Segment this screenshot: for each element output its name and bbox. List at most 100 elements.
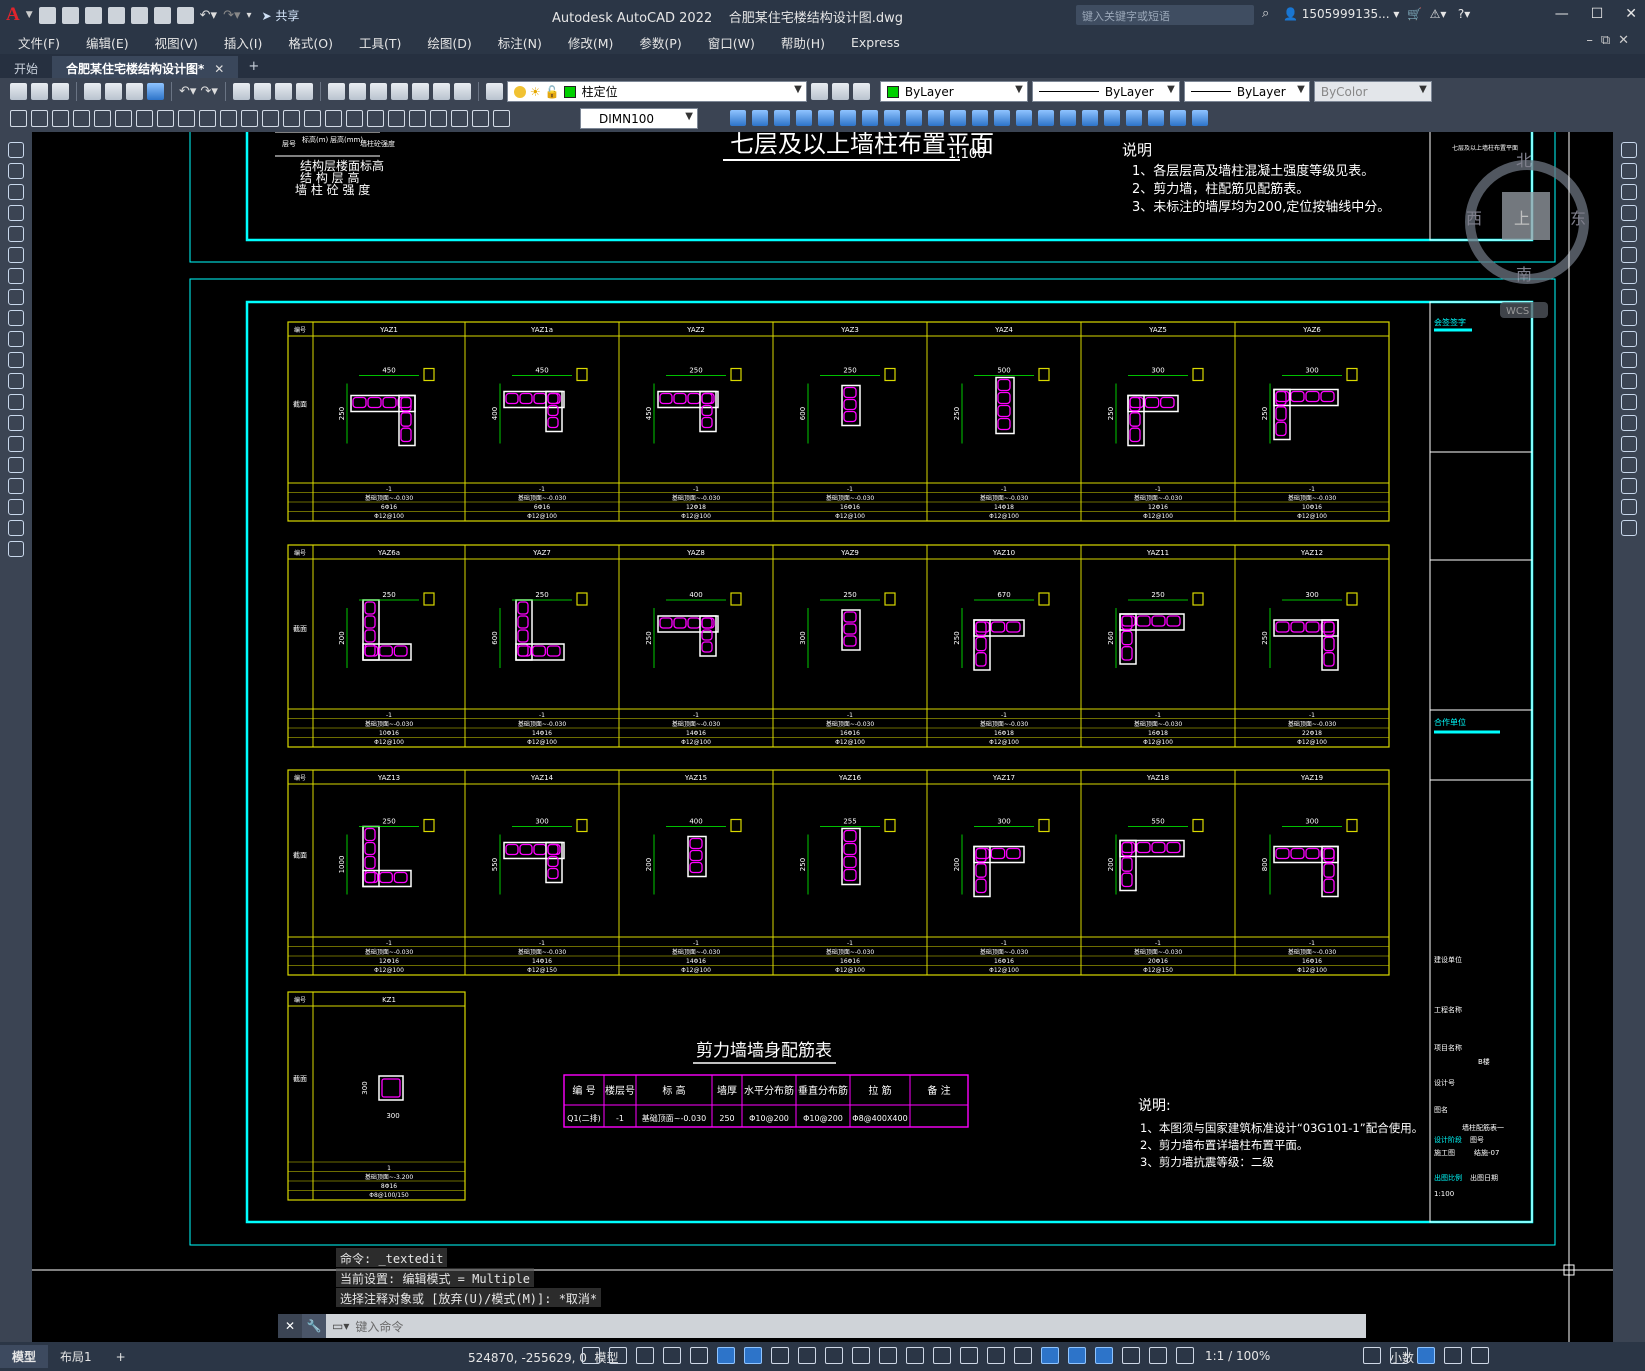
status-toggle-icon[interactable] (960, 1347, 978, 1364)
modify-tool-icon[interactable] (1621, 289, 1637, 305)
modify-tool-icon[interactable] (950, 110, 966, 126)
dimstyle-dropdown[interactable]: DIMN100 ▼ (580, 108, 698, 129)
draw-tool-icon[interactable] (8, 352, 24, 368)
compass-east[interactable]: 东 (1570, 209, 1586, 228)
modify-tool-icon[interactable] (818, 110, 834, 126)
dimension-tool-icon[interactable] (367, 110, 384, 127)
drawing-svg[interactable]: 层号 标高(m) 层高(mm) 墙柱砼强度 结构层楼面标高 结 构 层 高 墙 … (32, 132, 1613, 1342)
draw-tool-icon[interactable] (8, 541, 24, 557)
plot-preview-icon[interactable] (105, 83, 122, 100)
zoom-previous-icon[interactable] (295, 83, 313, 100)
dimension-tool-icon[interactable] (73, 110, 90, 127)
tab-drawing[interactable]: 合肥某住宅楼结构设计图* ✕ (52, 56, 239, 78)
dimension-tool-icon[interactable] (241, 110, 258, 127)
modify-tool-icon[interactable] (994, 110, 1010, 126)
compass-west[interactable]: 西 (1466, 209, 1482, 228)
draw-tool-icon[interactable] (8, 520, 24, 536)
modify-tool-icon[interactable] (840, 110, 856, 126)
modify-tool-icon[interactable] (1621, 142, 1637, 158)
layer-properties-icon[interactable] (485, 83, 503, 100)
save-icon[interactable] (84, 6, 102, 24)
status-toggle-icon[interactable] (1149, 1347, 1167, 1364)
dimension-tool-icon[interactable] (157, 110, 174, 127)
menu-item[interactable]: 窗口(W) (708, 33, 755, 52)
menu-item[interactable]: 编辑(E) (86, 33, 129, 52)
search-input[interactable]: 键入关键字或短语 (1076, 5, 1254, 25)
command-close-icon[interactable]: ✕ (278, 1314, 302, 1338)
color-dropdown[interactable]: ByLayer ▼ (879, 81, 1028, 102)
status-toggle-icon[interactable] (906, 1347, 924, 1364)
make-current-layer-icon[interactable] (810, 83, 828, 100)
new-tab-button[interactable]: + (238, 55, 269, 78)
document-window-controls[interactable]: –⧉✕ (1586, 33, 1637, 48)
layer-states-icon[interactable] (852, 83, 870, 100)
draw-tool-icon[interactable] (8, 268, 24, 284)
dimension-tool-icon[interactable] (388, 110, 405, 127)
modify-tool-icon[interactable] (1082, 110, 1098, 126)
draw-tool-icon[interactable] (8, 415, 24, 431)
modify-tool-icon[interactable] (1170, 110, 1186, 126)
modify-tool-icon[interactable] (752, 110, 768, 126)
modify-tool-icon[interactable] (1621, 205, 1637, 221)
status-toggle-icon[interactable] (663, 1347, 681, 1364)
status-toggle-icon[interactable] (852, 1347, 870, 1364)
status-toggle-icon[interactable] (582, 1347, 600, 1364)
status-toggle-icon[interactable] (771, 1347, 789, 1364)
modify-tool-icon[interactable] (1038, 110, 1054, 126)
modify-tool-icon[interactable] (1621, 184, 1637, 200)
pan-icon[interactable] (232, 83, 250, 100)
menu-item[interactable]: 绘图(D) (427, 33, 471, 52)
status-toggle-icon[interactable] (1095, 1347, 1113, 1364)
modify-tool-icon[interactable] (1621, 520, 1637, 536)
modify-tool-icon[interactable] (1060, 110, 1076, 126)
modify-tool-icon[interactable] (906, 110, 922, 126)
modify-tool-icon[interactable] (1104, 110, 1120, 126)
app-menu-arrow-icon[interactable]: ▼ (26, 10, 33, 20)
tab-model[interactable]: 模型 (0, 1345, 49, 1368)
menu-item[interactable]: 标注(N) (498, 33, 542, 52)
dimension-tool-icon[interactable] (493, 110, 510, 127)
save-icon[interactable] (52, 83, 69, 100)
dimension-tool-icon[interactable] (52, 110, 69, 127)
modify-tool-icon[interactable] (1621, 331, 1637, 347)
status-toggle-icon[interactable] (1041, 1347, 1059, 1364)
zoom-window-icon[interactable] (274, 83, 292, 100)
modify-tool-icon[interactable] (1621, 394, 1637, 410)
3d-dwf-icon[interactable] (147, 83, 164, 100)
undo-icon[interactable]: ↶▾ (179, 84, 196, 99)
compass-north[interactable]: 北 (1516, 151, 1532, 170)
qat-dropdown-icon[interactable]: ▾ (247, 10, 252, 21)
dimension-tool-icon[interactable] (451, 110, 468, 127)
publish-icon[interactable] (126, 83, 143, 100)
open-icon[interactable] (31, 83, 48, 100)
maximize-button[interactable]: ☐ (1591, 6, 1604, 22)
layer-previous-icon[interactable] (831, 83, 849, 100)
status-toggle-icon[interactable] (798, 1347, 816, 1364)
dimension-tool-icon[interactable] (136, 110, 153, 127)
modify-tool-icon[interactable] (774, 110, 790, 126)
save-as-icon[interactable] (107, 6, 125, 24)
menu-item[interactable]: 修改(M) (568, 33, 614, 52)
modify-tool-icon[interactable] (1621, 415, 1637, 431)
menu-item[interactable]: 插入(I) (224, 33, 262, 52)
layer-freeze-icon[interactable]: ☀ (530, 85, 541, 99)
modify-tool-icon[interactable] (1621, 247, 1637, 263)
view-cube-face[interactable]: 上 (1514, 209, 1530, 228)
annotation-scale[interactable]: 1:1 / 100% (1205, 1349, 1270, 1363)
modify-tool-icon[interactable] (1621, 268, 1637, 284)
draw-tool-icon[interactable] (8, 205, 24, 221)
modify-tool-icon[interactable] (928, 110, 944, 126)
add-layout-button[interactable]: + (104, 1347, 138, 1367)
dimension-tool-icon[interactable] (325, 110, 342, 127)
dimension-tool-icon[interactable] (262, 110, 279, 127)
command-recent-icon[interactable]: ▭▾ (332, 1319, 349, 1333)
modify-tool-icon[interactable] (1621, 436, 1637, 452)
dimension-tool-icon[interactable] (10, 110, 27, 127)
drawing-canvas[interactable]: 层号 标高(m) 层高(mm) 墙柱砼强度 结构层楼面标高 结 构 层 高 墙 … (32, 132, 1613, 1342)
close-button[interactable]: ✕ (1625, 6, 1637, 22)
redo-icon[interactable]: ↷▾ (200, 84, 217, 99)
plot-icon[interactable] (176, 6, 194, 24)
user-account[interactable]: 👤 1505999135... ▾ 🛒 ⚠▾ ?▾ (1283, 7, 1470, 21)
calculator-icon[interactable] (432, 83, 450, 100)
open-icon[interactable] (61, 6, 79, 24)
